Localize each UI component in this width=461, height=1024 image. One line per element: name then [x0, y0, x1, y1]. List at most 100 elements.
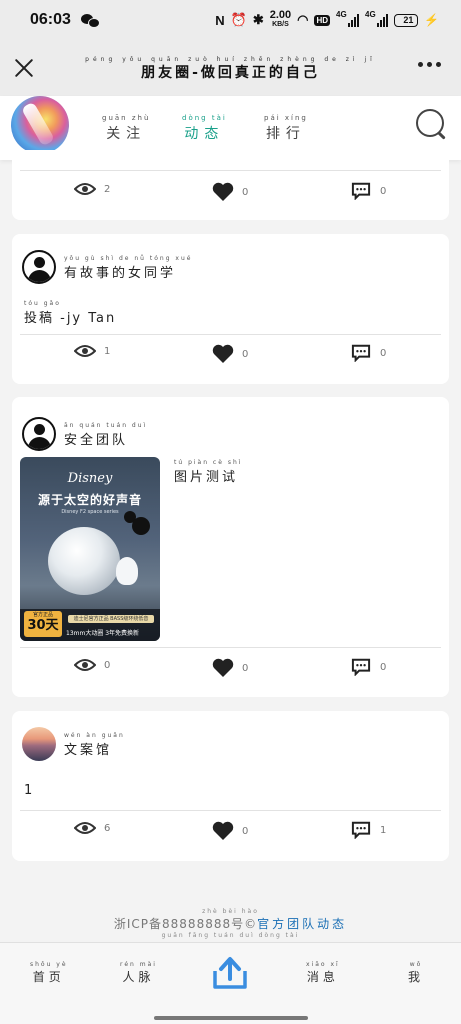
- avatar[interactable]: [22, 417, 56, 451]
- tab-follow-pinyin: guān zhù: [102, 114, 151, 122]
- tab-feed-label: 动态: [184, 126, 225, 142]
- wechat-notification-icon: [80, 13, 100, 28]
- tab-messages-pinyin: xiāo xī: [306, 961, 340, 968]
- post-content-pinyin: tú piàn cè shì: [174, 459, 243, 466]
- like-button[interactable]: 0: [212, 344, 248, 364]
- view-count[interactable]: 1: [74, 344, 110, 358]
- search-icon[interactable]: [415, 108, 447, 142]
- tab-ranking[interactable]: pái xíng 排行: [264, 114, 308, 143]
- post-image[interactable]: Disney 源于太空的好声音 Disney F2 space series 官…: [20, 457, 160, 641]
- tab-messages[interactable]: xiāo xī 消息: [306, 961, 340, 985]
- post-content: tóu gǎo 投稿 -jy Tan: [24, 300, 116, 326]
- comment-button[interactable]: 1: [350, 821, 386, 839]
- tab-contacts-pinyin: rén mài: [120, 961, 157, 968]
- page-title: 朋友圈-做回真正的自己: [141, 65, 320, 81]
- eye-icon: [74, 822, 96, 834]
- eye-icon: [74, 659, 96, 671]
- comment-icon: [351, 821, 371, 839]
- card-divider: [20, 810, 441, 811]
- eye-icon: [74, 183, 96, 195]
- like-button[interactable]: 0: [212, 821, 248, 841]
- tab-feed[interactable]: dòng tài 动态: [182, 114, 227, 143]
- view-count[interactable]: 6: [74, 821, 110, 835]
- earbud: [116, 557, 138, 585]
- author-name-pinyin: wén àn guǎn: [64, 732, 125, 739]
- hd-badge: HD: [314, 14, 331, 26]
- home-indicator[interactable]: [154, 1016, 308, 1020]
- bottom-tab-bar: shǒu yè 首页 rén mài 人脉 xiāo xī 消息 wǒ 我: [0, 942, 461, 1024]
- author-name: 文案馆: [64, 743, 113, 758]
- tab-follow[interactable]: guān zhù 关注: [102, 114, 150, 143]
- status-bar: 06:03 N ⏰ ✱ 2.00 KB/S ◠ HD 4G 4G 21 ⚡: [0, 0, 461, 40]
- status-time: 06:03: [30, 11, 71, 28]
- post-content-text: 1: [24, 783, 35, 798]
- post-content-pinyin: tóu gǎo: [24, 300, 61, 307]
- net-speed-unit: KB/S: [272, 21, 289, 28]
- view-count-value: 0: [104, 659, 111, 671]
- view-count-value: 1: [104, 345, 111, 357]
- tab-contacts[interactable]: rén mài 人脉: [120, 961, 157, 985]
- like-count-value: 0: [242, 348, 249, 360]
- image-headline: 源于太空的好声音: [37, 493, 142, 507]
- author-name: 安全团队: [64, 433, 129, 448]
- app-logo[interactable]: [11, 96, 69, 154]
- image-footer-text: 13mm大动圈 3年免费换新: [66, 630, 140, 637]
- avatar[interactable]: [22, 250, 56, 284]
- mickey-mouse-figure: [132, 517, 150, 535]
- badge-top-text: 官方正品: [32, 612, 53, 618]
- card-divider: [20, 170, 441, 171]
- post-card: 2 0 0: [12, 150, 449, 220]
- view-count-value: 2: [104, 183, 111, 195]
- post-author[interactable]: yǒu gù shì de nǚ tóng xué 有故事的女同学: [22, 250, 192, 284]
- icp-text: 浙ICP备88888888号©: [113, 917, 258, 931]
- more-options-button[interactable]: [418, 62, 441, 67]
- view-count[interactable]: 0: [74, 658, 110, 672]
- eye-icon: [74, 345, 96, 357]
- official-team-link-pinyin: guān fāng tuán duì dòng tài: [161, 932, 300, 939]
- battery-level: 21: [403, 15, 414, 25]
- like-button[interactable]: 0: [212, 658, 248, 678]
- post-content: 1: [24, 783, 34, 798]
- comment-button[interactable]: 0: [350, 658, 386, 676]
- avatar[interactable]: [22, 727, 56, 761]
- signal-icon-2: 4G: [365, 10, 389, 27]
- tab-follow-label: 关注: [106, 126, 147, 142]
- post-author[interactable]: ān quán tuán duì 安全团队: [22, 417, 147, 451]
- status-indicators: N ⏰ ✱ 2.00 KB/S ◠ HD 4G 4G 21 ⚡: [215, 10, 439, 29]
- bluetooth-icon: ✱: [252, 12, 264, 27]
- like-button[interactable]: 0: [212, 182, 248, 202]
- tab-contacts-label: 人脉: [122, 970, 155, 984]
- signal-2-label: 4G: [365, 9, 376, 19]
- tab-me[interactable]: wǒ 我: [408, 961, 424, 985]
- heart-icon: [212, 821, 234, 840]
- signal-1-label: 4G: [336, 9, 347, 19]
- upload-button[interactable]: [211, 955, 249, 993]
- post-actions: 1 0 0: [12, 344, 449, 368]
- view-count[interactable]: 2: [74, 182, 110, 196]
- card-divider: [20, 334, 441, 335]
- post-author[interactable]: wén àn guǎn 文案馆: [22, 727, 125, 761]
- comment-icon: [351, 182, 371, 200]
- image-bar-text: 迪士尼官方正品 BASS级环绕低音: [68, 615, 154, 623]
- heart-icon: [212, 344, 234, 363]
- comment-count-value: 0: [380, 185, 387, 197]
- charging-icon: ⚡: [424, 13, 439, 27]
- comment-button[interactable]: 0: [350, 344, 386, 362]
- title-bar: péng yǒu quān zuò huí zhēn zhèng de zì j…: [0, 40, 461, 96]
- tab-home[interactable]: shǒu yè 首页: [30, 961, 68, 985]
- tab-me-pinyin: wǒ: [409, 961, 423, 968]
- official-team-link[interactable]: 官方团队动态: [257, 917, 347, 931]
- post-content: tú piàn cè shì 图片测试: [174, 459, 242, 485]
- image-subline: Disney F2 space series: [61, 509, 119, 515]
- post-content-text: 图片测试: [174, 470, 239, 485]
- view-count-value: 6: [104, 822, 111, 834]
- comment-button[interactable]: 0: [350, 182, 386, 200]
- author-name: 有故事的女同学: [64, 266, 177, 281]
- footer-icp: zhè bèi hào 浙ICP备88888888号©官方团队动态 guān f…: [0, 908, 461, 939]
- heart-icon: [212, 182, 234, 201]
- tab-home-label: 首页: [32, 970, 65, 984]
- signal-icon-1: 4G: [336, 10, 360, 27]
- tab-messages-label: 消息: [306, 970, 339, 984]
- nfc-icon: N: [215, 12, 225, 28]
- post-actions: 0 0 0: [12, 658, 449, 682]
